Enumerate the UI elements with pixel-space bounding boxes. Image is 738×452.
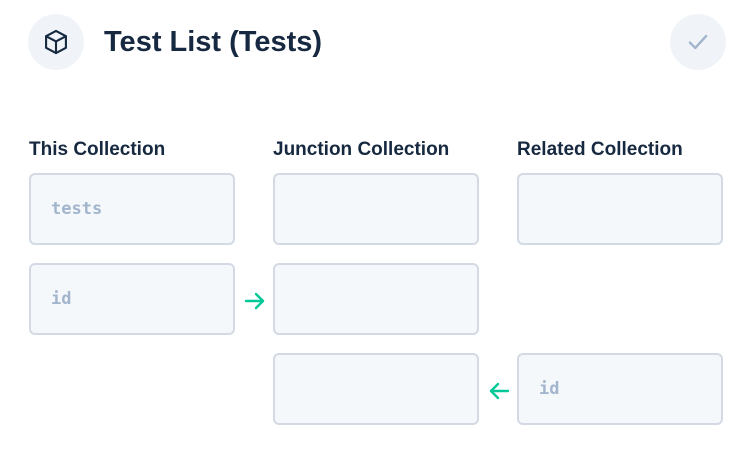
- this-collection-label: This Collection: [29, 139, 166, 160]
- related-collection-field-input[interactable]: id: [517, 353, 723, 425]
- arrow-left-icon: [489, 382, 510, 400]
- related-collection-label: Related Collection: [517, 139, 683, 160]
- box-icon: [45, 29, 67, 55]
- junction-this-field-input[interactable]: [273, 263, 479, 335]
- junction-collection-label: Junction Collection: [273, 139, 450, 160]
- header-icon-container: [28, 14, 84, 70]
- this-collection-input[interactable]: tests: [29, 173, 235, 245]
- check-icon: [688, 34, 708, 50]
- relational-setup-panel: Test List (Tests) This Collection Juncti…: [0, 0, 738, 452]
- save-button[interactable]: [670, 14, 726, 70]
- related-collection-field-value: id: [539, 379, 560, 399]
- arrow-right-icon: [244, 292, 265, 310]
- this-collection-field-value: id: [51, 289, 72, 309]
- page-title: Test List (Tests): [104, 26, 323, 58]
- related-collection-input[interactable]: [517, 173, 723, 245]
- this-collection-field-input[interactable]: id: [29, 263, 235, 335]
- this-collection-value: tests: [51, 199, 103, 219]
- junction-related-field-input[interactable]: [273, 353, 479, 425]
- junction-collection-input[interactable]: [273, 173, 479, 245]
